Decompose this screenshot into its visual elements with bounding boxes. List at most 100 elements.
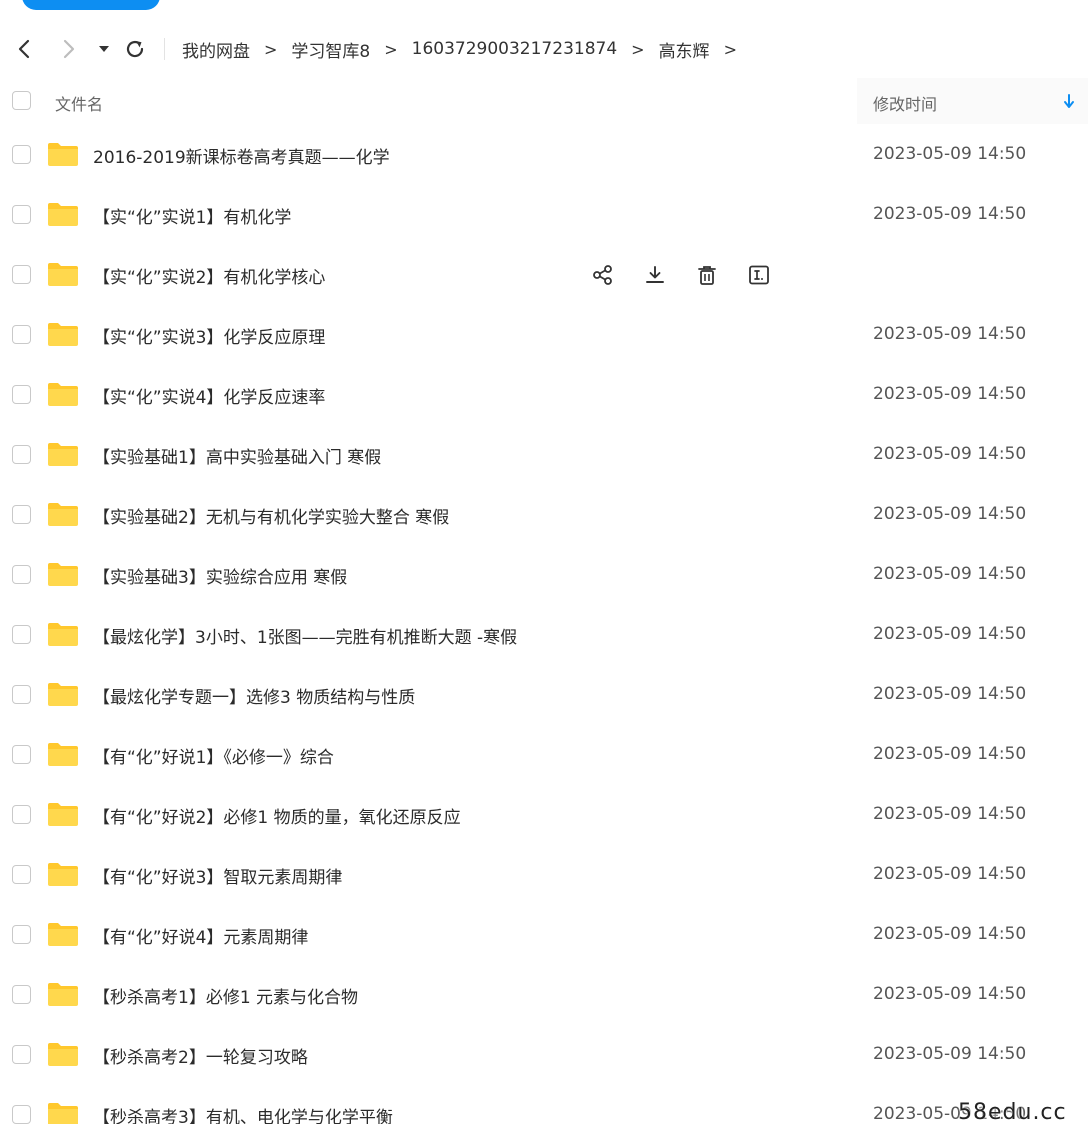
folder-icon: [48, 503, 78, 526]
refresh-button[interactable]: [123, 37, 147, 61]
file-row[interactable]: 【秒杀高考2】一轮复习攻略 2023-05-09 14:50: [0, 1024, 1088, 1084]
file-name[interactable]: 【秒杀高考1】必修1 元素与化合物: [93, 983, 358, 1008]
file-name[interactable]: 【实“化”实说1】有机化学: [93, 203, 291, 228]
breadcrumb-item[interactable]: 学习智库8: [291, 37, 370, 62]
modified-time: 2023-05-09 14:50: [873, 924, 1027, 944]
file-name[interactable]: 【有“化”好说4】元素周期律: [93, 923, 308, 948]
file-list: 2016-2019新课标卷高考真题——化学 2023-05-09 14:50 【实“…: [0, 124, 1088, 1144]
file-row[interactable]: 【实“化”实说2】有机化学核心: [0, 244, 1088, 304]
modified-time: 2023-05-09 14:50: [873, 1044, 1027, 1064]
delete-button[interactable]: [694, 262, 720, 288]
sort-button[interactable]: [1062, 91, 1076, 111]
modified-time: 2023-05-09 14:50: [873, 744, 1027, 764]
share-button[interactable]: [590, 262, 616, 288]
file-row[interactable]: 【实验基础3】实验综合应用 寒假 2023-05-09 14:50: [0, 544, 1088, 604]
row-checkbox[interactable]: [12, 625, 31, 644]
primary-action-button[interactable]: [22, 0, 160, 10]
file-row[interactable]: 【最炫化学】3小时、1张图——完胜有机推断大题 -寒假 2023-05-09 14…: [0, 604, 1088, 664]
folder-icon: [48, 923, 78, 946]
row-checkbox[interactable]: [12, 505, 31, 524]
folder-icon: [48, 1043, 78, 1066]
forward-button[interactable]: [57, 37, 81, 61]
modified-time: 2023-05-09 14:50: [873, 384, 1027, 404]
row-checkbox[interactable]: [12, 745, 31, 764]
file-row[interactable]: 【实验基础2】无机与有机化学实验大整合 寒假 2023-05-09 14:50: [0, 484, 1088, 544]
history-dropdown-button[interactable]: [92, 37, 116, 61]
rename-button[interactable]: [746, 262, 772, 288]
row-checkbox[interactable]: [12, 985, 31, 1004]
file-row[interactable]: 【有“化”好说2】必修1 物质的量，氧化还原反应 2023-05-09 14:50: [0, 784, 1088, 844]
row-checkbox[interactable]: [12, 925, 31, 944]
row-checkbox[interactable]: [12, 265, 31, 284]
chevron-left-icon: [18, 39, 30, 59]
file-row[interactable]: 【实“化”实说1】有机化学 2023-05-09 14:50: [0, 184, 1088, 244]
back-button[interactable]: [12, 37, 36, 61]
file-row[interactable]: 【有“化”好说1】《必修一》综合 2023-05-09 14:50: [0, 724, 1088, 784]
breadcrumb-item[interactable]: 高东辉: [659, 37, 710, 62]
folder-icon: [48, 383, 78, 406]
row-checkbox[interactable]: [12, 205, 31, 224]
file-name[interactable]: 【实验基础1】高中实验基础入门 寒假: [93, 443, 381, 468]
modified-time: 2023-05-09 14:50: [873, 504, 1027, 524]
file-row[interactable]: 【实验基础1】高中实验基础入门 寒假 2023-05-09 14:50: [0, 424, 1088, 484]
navigation-bar: 我的网盘 > 学习智库8 > 1603729003217231874 > 高东辉…: [0, 30, 1088, 68]
watermark: 58edu.cc: [958, 1100, 1067, 1125]
row-checkbox[interactable]: [12, 565, 31, 584]
sort-descending-icon: [1064, 94, 1074, 108]
file-row[interactable]: 【实“化”实说4】化学反应速率 2023-05-09 14:50: [0, 364, 1088, 424]
row-checkbox[interactable]: [12, 325, 31, 344]
row-checkbox[interactable]: [12, 1045, 31, 1064]
row-actions: [590, 262, 772, 288]
share-icon: [593, 265, 612, 285]
download-icon: [646, 266, 664, 283]
file-row[interactable]: 【实“化”实说3】化学反应原理 2023-05-09 14:50: [0, 304, 1088, 364]
row-checkbox[interactable]: [12, 385, 31, 404]
file-list-header: 文件名 修改时间: [0, 78, 1088, 124]
row-checkbox[interactable]: [12, 805, 31, 824]
file-row[interactable]: 【秒杀高考1】必修1 元素与化合物 2023-05-09 14:50: [0, 964, 1088, 1024]
modified-time: 2023-05-09 14:50: [873, 144, 1027, 164]
rename-icon: [749, 265, 769, 285]
modified-time: 2023-05-09 14:50: [873, 624, 1027, 644]
breadcrumb-separator: >: [723, 39, 737, 59]
folder-icon: [48, 683, 78, 706]
file-name[interactable]: 【最炫化学专题一】选修3 物质结构与性质: [93, 683, 415, 708]
column-header-modified-time[interactable]: 修改时间: [873, 91, 937, 115]
row-checkbox[interactable]: [12, 865, 31, 884]
modified-time: 2023-05-09 14:50: [873, 324, 1027, 344]
modified-time: 2023-05-09 14:50: [873, 984, 1027, 1004]
file-name[interactable]: 【实验基础3】实验综合应用 寒假: [93, 563, 347, 588]
file-name[interactable]: 【有“化”好说1】《必修一》综合: [93, 743, 334, 768]
row-checkbox[interactable]: [12, 445, 31, 464]
file-name[interactable]: 【秒杀高考2】一轮复习攻略: [93, 1043, 308, 1068]
folder-icon: [48, 203, 78, 226]
breadcrumb-separator: >: [631, 39, 645, 59]
breadcrumb: 我的网盘 > 学习智库8 > 1603729003217231874 > 高东辉…: [182, 37, 751, 62]
modified-time: 2023-05-09 14:50: [873, 444, 1027, 464]
file-row[interactable]: 【最炫化学专题一】选修3 物质结构与性质 2023-05-09 14:50: [0, 664, 1088, 724]
row-checkbox[interactable]: [12, 1105, 31, 1124]
row-checkbox[interactable]: [12, 145, 31, 164]
chevron-right-icon: [63, 39, 75, 59]
download-button[interactable]: [642, 262, 668, 288]
file-name[interactable]: 2016-2019新课标卷高考真题——化学: [93, 143, 390, 168]
file-name[interactable]: 【最炫化学】3小时、1张图——完胜有机推断大题 -寒假: [93, 623, 517, 648]
folder-icon: [48, 623, 78, 646]
breadcrumb-item[interactable]: 我的网盘: [182, 37, 250, 62]
file-name[interactable]: 【实验基础2】无机与有机化学实验大整合 寒假: [93, 503, 449, 528]
nav-divider: [164, 38, 165, 60]
select-all-checkbox[interactable]: [12, 91, 31, 110]
file-row[interactable]: 【有“化”好说4】元素周期律 2023-05-09 14:50: [0, 904, 1088, 964]
breadcrumb-separator: >: [264, 39, 278, 59]
file-row[interactable]: 2016-2019新课标卷高考真题——化学 2023-05-09 14:50: [0, 124, 1088, 184]
file-name[interactable]: 【有“化”好说3】智取元素周期律: [93, 863, 342, 888]
breadcrumb-item[interactable]: 1603729003217231874: [412, 39, 618, 59]
file-name[interactable]: 【有“化”好说2】必修1 物质的量，氧化还原反应: [93, 803, 461, 828]
file-row[interactable]: 【有“化”好说3】智取元素周期律 2023-05-09 14:50: [0, 844, 1088, 904]
row-checkbox[interactable]: [12, 685, 31, 704]
breadcrumb-separator: >: [384, 39, 398, 59]
file-name[interactable]: 【实“化”实说4】化学反应速率: [93, 383, 325, 408]
file-name[interactable]: 【实“化”实说2】有机化学核心: [93, 263, 325, 288]
column-header-name[interactable]: 文件名: [55, 91, 103, 115]
file-name[interactable]: 【实“化”实说3】化学反应原理: [93, 323, 325, 348]
